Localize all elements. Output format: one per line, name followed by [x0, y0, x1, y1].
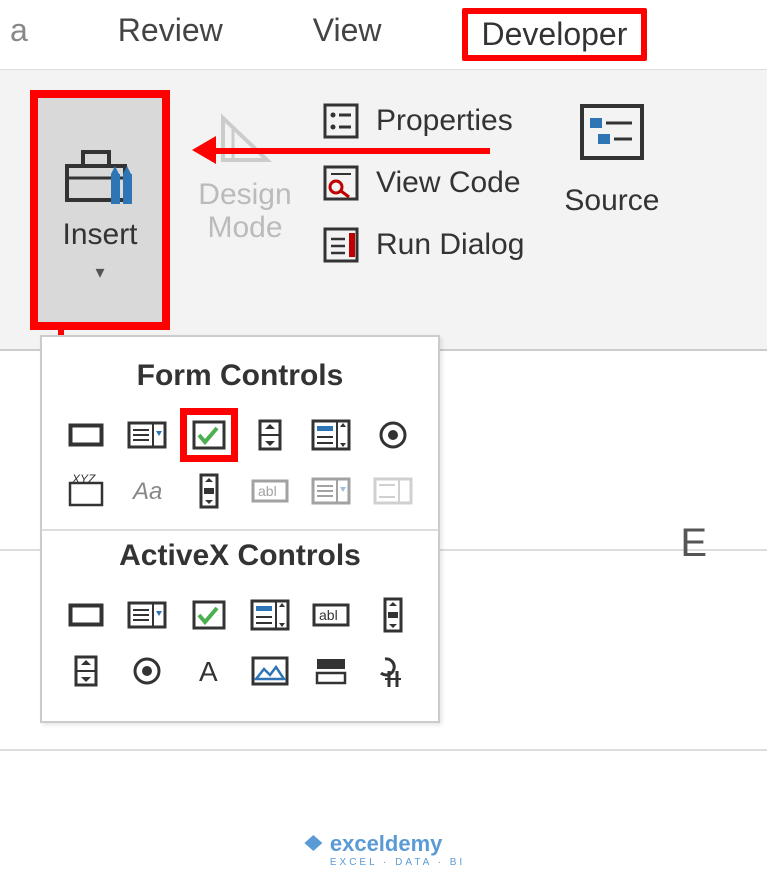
- view-code-label: View Code: [376, 166, 521, 200]
- run-dialog-button[interactable]: Run Dialog: [320, 224, 524, 266]
- chevron-down-icon: ▾: [95, 262, 104, 283]
- svg-text:A: A: [199, 656, 218, 687]
- spin-ctrl[interactable]: [244, 411, 296, 459]
- tab-data[interactable]: a: [0, 8, 38, 61]
- source-button[interactable]: Source: [564, 90, 659, 218]
- option-ctrl[interactable]: [367, 411, 419, 459]
- commands-group: Properties View Code Run Dialog: [320, 90, 524, 266]
- ax-scroll[interactable]: [367, 591, 419, 639]
- watermark-icon: [302, 833, 324, 855]
- column-label-e: E: [680, 521, 707, 566]
- view-code-button[interactable]: View Code: [320, 162, 524, 204]
- design-mode-icon: [215, 108, 275, 168]
- tab-developer[interactable]: Developer: [462, 8, 648, 61]
- separator: [42, 529, 438, 531]
- watermark-sub: EXCEL · DATA · BI: [330, 857, 465, 868]
- properties-icon: [320, 100, 362, 142]
- insert-button[interactable]: Insert ▾: [30, 90, 170, 330]
- annotation-arrow-head: [192, 136, 216, 164]
- svg-text:Aa: Aa: [131, 478, 162, 505]
- design-mode-label: Design Mode: [198, 178, 291, 244]
- properties-label: Properties: [376, 104, 513, 138]
- ax-option[interactable]: [121, 647, 173, 695]
- properties-button[interactable]: Properties: [320, 100, 524, 142]
- groupbox-ctrl[interactable]: XYZ: [60, 467, 112, 515]
- tab-view[interactable]: View: [303, 8, 392, 61]
- ax-spin[interactable]: [60, 647, 112, 695]
- textfield-disabled: abl: [244, 467, 296, 515]
- activex-controls-grid: abl A: [60, 591, 420, 695]
- ax-text[interactable]: abl: [305, 591, 357, 639]
- toolbox-icon: [61, 138, 139, 208]
- ax-image[interactable]: [244, 647, 296, 695]
- ax-label[interactable]: A: [183, 647, 235, 695]
- label-ctrl[interactable]: Aa: [121, 467, 173, 515]
- ax-checkbox[interactable]: [183, 591, 235, 639]
- run-dialog-icon: [320, 224, 362, 266]
- form-controls-grid: XYZ Aa abl: [60, 411, 420, 515]
- svg-text:abl: abl: [319, 607, 338, 623]
- checkbox-ctrl[interactable]: [183, 411, 235, 459]
- ax-toggle[interactable]: [305, 647, 357, 695]
- listbox-ctrl[interactable]: [305, 411, 357, 459]
- watermark: exceldemy EXCEL · DATA · BI: [302, 831, 465, 868]
- ax-button[interactable]: [60, 591, 112, 639]
- svg-text:abl: abl: [258, 483, 277, 499]
- svg-text:XYZ: XYZ: [71, 472, 96, 486]
- ax-more[interactable]: [367, 647, 419, 695]
- insert-label: Insert: [62, 218, 137, 252]
- ribbon-tabs: a Review View Developer: [0, 0, 767, 70]
- ax-combo[interactable]: [121, 591, 173, 639]
- combo-disabled: [305, 467, 357, 515]
- source-label: Source: [564, 184, 659, 218]
- insert-dropdown: Form Controls XYZAaabl ActiveX Controls …: [40, 335, 440, 723]
- ribbon-developer: Insert ▾ Design Mode Properties View Cod…: [0, 70, 767, 350]
- combo-ctrl[interactable]: [121, 411, 173, 459]
- button-ctrl[interactable]: [60, 411, 112, 459]
- annotation-arrow-line: [210, 148, 490, 154]
- button-disabled: [367, 467, 419, 515]
- watermark-text: exceldemy: [330, 831, 443, 857]
- view-code-icon: [320, 162, 362, 204]
- tab-review[interactable]: Review: [108, 8, 233, 61]
- design-mode-button: Design Mode: [180, 90, 310, 244]
- ax-listbox[interactable]: [244, 591, 296, 639]
- activex-controls-title: ActiveX Controls: [60, 539, 420, 573]
- form-controls-title: Form Controls: [60, 359, 420, 393]
- source-icon: [576, 100, 648, 164]
- run-dialog-label: Run Dialog: [376, 228, 524, 262]
- scrollbar-ctrl[interactable]: [183, 467, 235, 515]
